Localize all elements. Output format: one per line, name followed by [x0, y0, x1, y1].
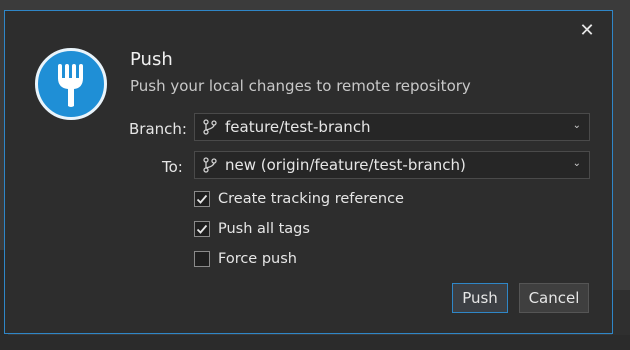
push-dialog: ✕ Push Push your local changes to remote…: [4, 10, 613, 334]
branch-select[interactable]: feature/test-branch ⌄: [194, 113, 590, 141]
remote-select[interactable]: new (origin/feature/test-branch) ⌄: [194, 151, 590, 179]
checkbox[interactable]: [194, 191, 210, 207]
option-label: Create tracking reference: [218, 191, 404, 207]
checkmark-icon: [196, 224, 208, 234]
close-icon[interactable]: ✕: [576, 20, 598, 42]
option-push-all-tags[interactable]: Push all tags: [194, 221, 310, 237]
cancel-button[interactable]: Cancel: [519, 283, 589, 313]
push-button[interactable]: Push: [452, 283, 508, 313]
option-label: Push all tags: [218, 221, 310, 237]
branch-select-value: feature/test-branch: [225, 118, 371, 136]
option-create-tracking[interactable]: Create tracking reference: [194, 191, 404, 207]
chevron-down-icon: ⌄: [572, 120, 581, 131]
dialog-title: Push: [130, 49, 173, 70]
checkbox[interactable]: [194, 251, 210, 267]
option-force-push[interactable]: Force push: [194, 251, 297, 267]
chevron-down-icon: ⌄: [572, 158, 581, 169]
option-label: Force push: [218, 251, 297, 267]
checkmark-icon: [196, 194, 208, 204]
dialog-subtitle: Push your local changes to remote reposi…: [130, 77, 471, 95]
fork-icon: [35, 48, 107, 120]
to-label: To:: [162, 158, 183, 176]
fork-icon-glyph: [58, 64, 83, 107]
git-branch-icon: [203, 119, 217, 135]
remote-select-value: new (origin/feature/test-branch): [225, 156, 466, 174]
checkbox[interactable]: [194, 221, 210, 237]
branch-label: Branch:: [129, 120, 187, 138]
background-status-strip: [0, 335, 630, 350]
git-branch-icon: [203, 157, 217, 173]
